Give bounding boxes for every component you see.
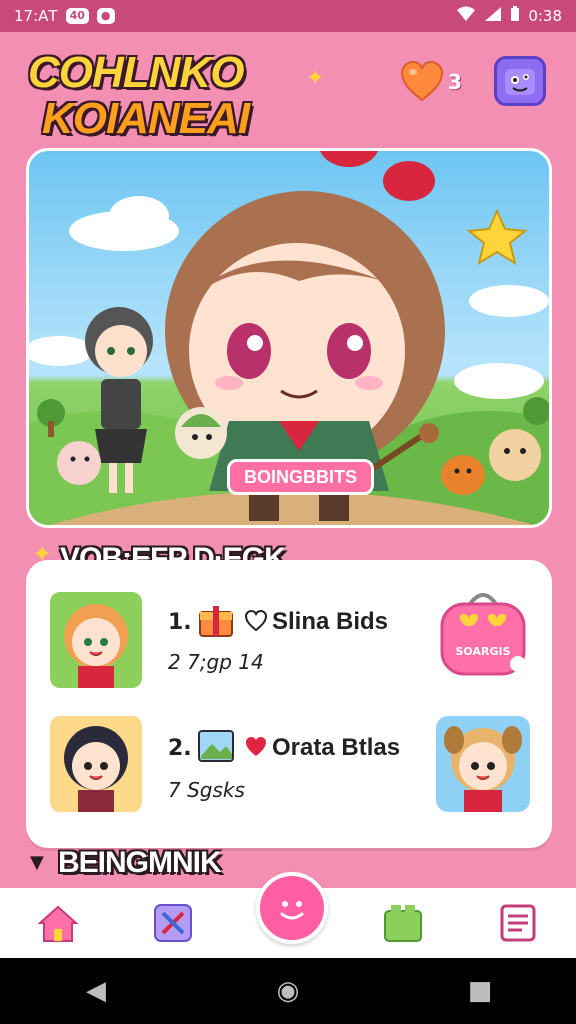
puppy-character-icon xyxy=(444,726,522,812)
nav-tools[interactable] xyxy=(143,893,203,953)
status-badge-b: ● xyxy=(96,8,115,24)
character-thumbnail[interactable] xyxy=(436,716,530,812)
item-meta: 7 Sgsks xyxy=(168,778,245,802)
bag-label: SOARGIS xyxy=(455,645,511,658)
home-icon xyxy=(36,905,79,942)
ranked-list-card: 1. Slina Bids 2 7;gp 14 SOARGIS 2. Orata… xyxy=(26,560,552,848)
section-title-next: BEINGMNIK xyxy=(58,846,222,879)
hero-title-banner: BOINGBBITS xyxy=(227,459,375,495)
list-item[interactable]: 1. Slina Bids 2 7;gp 14 SOARGIS xyxy=(26,580,552,690)
bag-icon xyxy=(440,593,526,676)
pink-bag-badge[interactable]: SOARGIS xyxy=(436,584,530,680)
home-circle-icon[interactable]: ◉ xyxy=(258,976,318,1006)
item-meta: 2 7;gp 14 xyxy=(168,650,264,674)
picture-card-icon xyxy=(198,730,234,762)
heart-icon xyxy=(400,60,444,102)
smile-icon xyxy=(280,901,304,920)
item-name: Orata Btlas xyxy=(272,734,401,761)
logo-line-2: KOIANEAI xyxy=(42,94,250,143)
logo-line-1: COHLNKO xyxy=(28,48,244,97)
nav-blocks[interactable] xyxy=(373,893,433,953)
heart-outline-icon xyxy=(244,610,268,632)
item-name: Slina Bids xyxy=(272,608,389,635)
gift-box-icon xyxy=(199,606,233,637)
nav-center-smile-button[interactable] xyxy=(256,872,328,944)
chevron-down-icon[interactable]: ▼ xyxy=(30,852,44,873)
hearts-counter[interactable]: 3 xyxy=(400,60,462,104)
hero-banner-image[interactable]: BOINGBBITS xyxy=(26,148,552,528)
list-item[interactable]: 2. Orata Btlas 7 Sgsks xyxy=(26,710,552,820)
nav-home[interactable] xyxy=(28,893,88,953)
nav-notes[interactable] xyxy=(488,893,548,953)
sparkle-icon: ✦ xyxy=(306,66,325,91)
profile-mascot-button[interactable] xyxy=(494,56,546,106)
status-time: 17:АТ xyxy=(14,7,58,25)
signal-icon xyxy=(484,6,502,26)
avatar xyxy=(50,716,142,812)
avatar xyxy=(50,592,142,688)
status-bar: 17:АТ 40 ● 0:38 xyxy=(0,0,576,32)
notes-icon xyxy=(500,904,536,942)
rank-number: 2. xyxy=(168,736,192,761)
hearts-count: 3 xyxy=(448,70,462,94)
system-navigation-bar: ◀ ◉ ■ xyxy=(0,958,576,1024)
purple-monster-icon xyxy=(505,69,535,95)
recents-icon[interactable]: ■ xyxy=(450,976,510,1006)
status-badge-a: 40 xyxy=(65,8,89,24)
battery-icon xyxy=(510,6,520,26)
rank-number: 1. xyxy=(168,610,192,635)
status-clock: 0:38 xyxy=(528,7,562,25)
block-icon xyxy=(384,905,423,942)
tools-icon xyxy=(153,904,192,942)
heart-filled-icon xyxy=(246,737,266,756)
wifi-icon xyxy=(456,6,476,26)
back-icon[interactable]: ◀ xyxy=(66,976,126,1006)
